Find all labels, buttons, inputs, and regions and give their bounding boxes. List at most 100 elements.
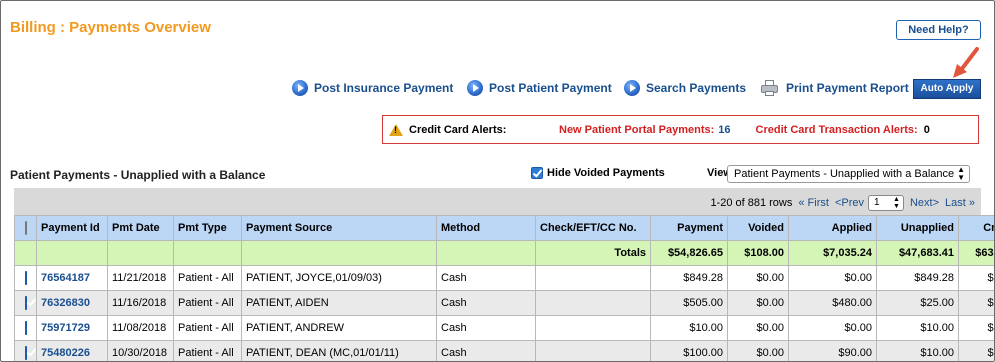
pmt-date: 11/16/2018 [107, 290, 174, 316]
totals-row: Totals $54,826.65 $108.00 $7,035.24 $47,… [14, 240, 994, 266]
payment-amount: $100.00 [650, 340, 728, 361]
check-no [535, 340, 651, 361]
payment-id-link[interactable]: 75480226 [36, 340, 108, 361]
pmt-type: Patient - All [173, 340, 242, 361]
voided-amount: $0.00 [727, 265, 789, 291]
pmt-type: Patient - All [173, 265, 242, 291]
payments-table: Payment Id Pmt Date Pmt Type Payment Sou… [14, 215, 994, 361]
page-select[interactable]: 1 ▲ ▼ [867, 195, 904, 211]
print-payment-report-label: Print Payment Report [786, 81, 909, 95]
select-all-cell[interactable] [14, 215, 37, 241]
auto-apply-button[interactable]: Auto Apply [913, 79, 981, 99]
print-payment-report-link[interactable]: Print Payment Report [761, 79, 909, 97]
table-header-row: Payment Id Pmt Date Pmt Type Payment Sou… [14, 215, 994, 241]
totals-credit: $633.00 [958, 240, 994, 266]
first-page-link[interactable]: « First [798, 197, 829, 209]
hide-voided-label: Hide Voided Payments [547, 167, 665, 179]
printer-icon [761, 80, 778, 96]
column-header[interactable]: Credit [958, 215, 994, 241]
payment-source: PATIENT, JOYCE,01/09/03) [241, 265, 437, 291]
portal-payments-label[interactable]: New Patient Portal Payments: [559, 124, 714, 136]
payment-source: PATIENT, ANDREW [241, 315, 437, 341]
column-header[interactable]: Pmt Type [173, 215, 242, 241]
row-checkbox[interactable] [24, 346, 27, 360]
credit-amount: $0.00 [958, 265, 994, 291]
circle-arrow-icon [292, 80, 308, 96]
payment-amount: $505.00 [650, 290, 728, 316]
hide-voided-toggle[interactable]: Hide Voided Payments [531, 167, 665, 179]
unapplied-amount: $10.00 [876, 340, 959, 361]
check-no [535, 315, 651, 341]
payments-overview-window: Billing : Payments Overview Need Help? P… [0, 0, 995, 362]
select-arrows-icon: ▲ ▼ [957, 165, 965, 182]
column-header[interactable]: Payment Source [241, 215, 437, 241]
transaction-alerts-label[interactable]: Credit Card Transaction Alerts: [756, 124, 918, 136]
totals-label: Totals [535, 240, 651, 266]
payment-amount: $10.00 [650, 315, 728, 341]
column-header[interactable]: Voided [727, 215, 789, 241]
column-header[interactable]: Check/EFT/CC No. [535, 215, 651, 241]
table-row[interactable]: 76326830 11/16/2018 Patient - All PATIEN… [14, 290, 994, 316]
column-header[interactable]: Payment Id [36, 215, 108, 241]
post-insurance-payment-label: Post Insurance Payment [314, 81, 454, 95]
table-row[interactable]: 75971729 11/08/2018 Patient - All PATIEN… [14, 315, 994, 341]
totals-unapplied: $47,683.41 [876, 240, 959, 266]
payment-id-link[interactable]: 76326830 [36, 290, 108, 316]
credit-amount: $0.00 [958, 315, 994, 341]
row-checkbox[interactable] [24, 296, 27, 310]
voided-amount: $0.00 [727, 340, 789, 361]
credit-amount: $0.00 [958, 340, 994, 361]
method: Cash [436, 315, 536, 341]
row-count: 1-20 of 881 rows [710, 197, 793, 209]
row-checkbox[interactable] [24, 271, 27, 285]
table-row[interactable]: 76564187 11/21/2018 Patient - All PATIEN… [14, 265, 994, 291]
payment-amount: $849.28 [650, 265, 728, 291]
last-page-link[interactable]: Last » [945, 197, 975, 209]
applied-amount: $0.00 [788, 315, 877, 341]
column-header[interactable]: Unapplied [876, 215, 959, 241]
column-header[interactable]: Applied [788, 215, 877, 241]
warning-icon [389, 123, 403, 136]
hide-voided-checkbox[interactable] [531, 167, 543, 179]
section-title: Patient Payments - Unapplied with a Bala… [10, 168, 266, 182]
unapplied-amount: $849.28 [876, 265, 959, 291]
voided-amount: $0.00 [727, 315, 789, 341]
applied-amount: $480.00 [788, 290, 877, 316]
view-select-value: Patient Payments - Unapplied with a Bala… [734, 168, 955, 180]
page-title: Billing : Payments Overview [10, 19, 211, 36]
post-insurance-payment-link[interactable]: Post Insurance Payment [292, 79, 453, 97]
prev-page-link[interactable]: <Prev [835, 197, 864, 209]
payment-id-link[interactable]: 76564187 [36, 265, 108, 291]
post-patient-payment-link[interactable]: Post Patient Payment [467, 79, 612, 97]
select-all-checkbox[interactable] [24, 221, 27, 235]
search-payments-link[interactable]: Search Payments [624, 79, 746, 97]
need-help-button[interactable]: Need Help? [896, 20, 981, 40]
transaction-alerts-count[interactable]: 0 [924, 124, 930, 136]
view-select[interactable]: Patient Payments - Unapplied with a Bala… [727, 165, 970, 183]
check-no [535, 290, 651, 316]
credit-card-alerts-box: Credit Card Alerts: New Patient Portal P… [382, 115, 979, 144]
table-row[interactable]: 75480226 10/30/2018 Patient - All PATIEN… [14, 340, 994, 361]
portal-payments-count[interactable]: 16 [718, 124, 730, 136]
method: Cash [436, 265, 536, 291]
applied-amount: $0.00 [788, 265, 877, 291]
circle-arrow-icon [624, 80, 640, 96]
unapplied-amount: $10.00 [876, 315, 959, 341]
row-checkbox[interactable] [24, 321, 27, 335]
column-header[interactable]: Method [436, 215, 536, 241]
column-header[interactable]: Payment [650, 215, 728, 241]
totals-applied: $7,035.24 [788, 240, 877, 266]
applied-amount: $90.00 [788, 340, 877, 361]
page-select-value: 1 [873, 197, 880, 208]
pmt-type: Patient - All [173, 290, 242, 316]
payments-table-panel: 1-20 of 881 rows « First <Prev 1 ▲ ▼ Next… [14, 188, 994, 361]
next-page-link[interactable]: Next> [910, 197, 939, 209]
column-header[interactable]: Pmt Date [107, 215, 174, 241]
annotation-arrow-icon [953, 47, 979, 78]
pager: 1-20 of 881 rows « First <Prev 1 ▲ ▼ Next… [710, 195, 975, 211]
circle-arrow-icon [467, 80, 483, 96]
unapplied-amount: $25.00 [876, 290, 959, 316]
payment-id-link[interactable]: 75971729 [36, 315, 108, 341]
pmt-date: 11/21/2018 [107, 265, 174, 291]
credit-card-alerts-label: Credit Card Alerts: [409, 123, 507, 136]
